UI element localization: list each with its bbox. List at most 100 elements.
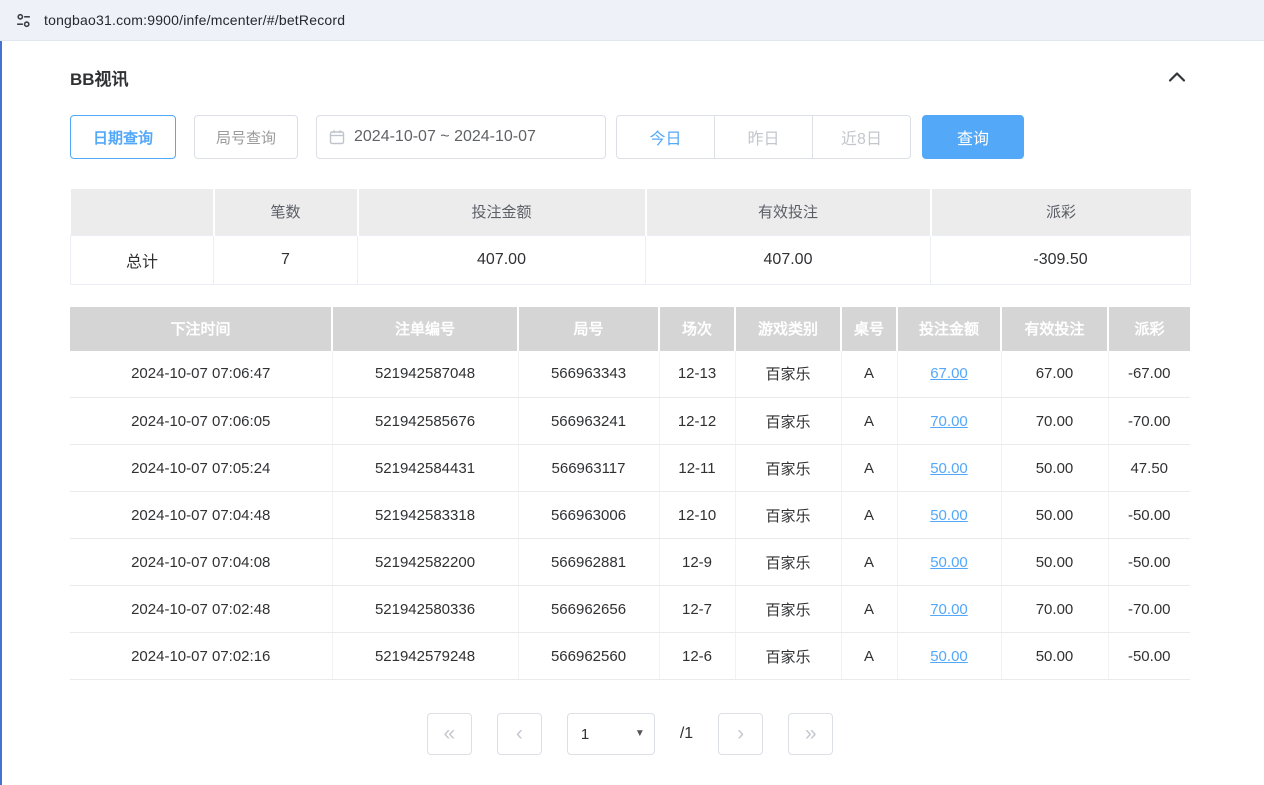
collapse-chevron-up-icon[interactable] bbox=[1164, 67, 1190, 87]
panel-header: BB视讯 bbox=[70, 55, 1190, 99]
cell-game-type: 百家乐 bbox=[735, 492, 841, 539]
column-header: 游戏类别 bbox=[735, 307, 841, 351]
bet-record-panel: BB视讯 日期查询 局号查询 2024-10-07 ~ 2024-10-07 今… bbox=[0, 41, 1264, 755]
cell-round-id: 566962656 bbox=[518, 586, 659, 633]
summary-valid-bet: 407.00 bbox=[646, 235, 931, 284]
cell-round-id: 566963117 bbox=[518, 445, 659, 492]
cell-session: 12-6 bbox=[659, 633, 735, 680]
table-row: 2024-10-07 07:06:05 521942585676 5669632… bbox=[70, 398, 1190, 445]
cell-bet-amount: 50.00 bbox=[897, 539, 1001, 586]
table-row: 2024-10-07 07:04:08 521942582200 5669628… bbox=[70, 539, 1190, 586]
cell-order-id: 521942584431 bbox=[332, 445, 518, 492]
bet-amount-link[interactable]: 70.00 bbox=[930, 413, 968, 430]
page-select[interactable]: 1 bbox=[567, 713, 655, 755]
cell-valid-bet: 50.00 bbox=[1001, 492, 1108, 539]
last-8-days-button[interactable]: 近8日 bbox=[812, 115, 911, 159]
cell-bet-time: 2024-10-07 07:06:05 bbox=[70, 398, 332, 445]
table-row: 2024-10-07 07:05:24 521942584431 5669631… bbox=[70, 445, 1190, 492]
total-pages-label: /1 bbox=[680, 725, 693, 743]
cell-bet-amount: 50.00 bbox=[897, 445, 1001, 492]
address-bar-url[interactable]: tongbao31.com:9900/infe/mcenter/#/betRec… bbox=[44, 12, 345, 28]
address-bar: tongbao31.com:9900/infe/mcenter/#/betRec… bbox=[0, 0, 1264, 41]
table-row: 2024-10-07 07:02:16 521942579248 5669625… bbox=[70, 633, 1190, 680]
column-header: 桌号 bbox=[841, 307, 897, 351]
cell-session: 12-13 bbox=[659, 351, 735, 398]
cell-payout: -67.00 bbox=[1108, 351, 1190, 398]
bet-amount-link[interactable]: 50.00 bbox=[930, 554, 968, 571]
quick-range-group: 今日 昨日 近8日 bbox=[616, 115, 911, 159]
page-select-wrap: 1 ▼ bbox=[567, 713, 655, 755]
round-query-button[interactable]: 局号查询 bbox=[194, 115, 298, 159]
summary-row: 总计 7 407.00 407.00 -309.50 bbox=[71, 235, 1191, 284]
search-button[interactable]: 查询 bbox=[922, 115, 1024, 159]
prev-page-button[interactable]: ‹ bbox=[497, 713, 542, 755]
column-header: 派彩 bbox=[1108, 307, 1190, 351]
bet-amount-link[interactable]: 50.00 bbox=[930, 507, 968, 524]
summary-header-bet-amount: 投注金额 bbox=[358, 189, 646, 235]
cell-round-id: 566962881 bbox=[518, 539, 659, 586]
cell-valid-bet: 50.00 bbox=[1001, 633, 1108, 680]
cell-valid-bet: 67.00 bbox=[1001, 351, 1108, 398]
cell-round-id: 566963343 bbox=[518, 351, 659, 398]
cell-table-no: A bbox=[841, 633, 897, 680]
cell-valid-bet: 50.00 bbox=[1001, 539, 1108, 586]
yesterday-button[interactable]: 昨日 bbox=[714, 115, 813, 159]
cell-payout: 47.50 bbox=[1108, 445, 1190, 492]
cell-order-id: 521942582200 bbox=[332, 539, 518, 586]
cell-table-no: A bbox=[841, 445, 897, 492]
cell-bet-amount: 50.00 bbox=[897, 492, 1001, 539]
first-page-button[interactable]: « bbox=[427, 713, 472, 755]
cell-bet-time: 2024-10-07 07:04:48 bbox=[70, 492, 332, 539]
bet-amount-link[interactable]: 67.00 bbox=[930, 365, 968, 382]
cell-round-id: 566962560 bbox=[518, 633, 659, 680]
cell-table-no: A bbox=[841, 539, 897, 586]
date-range-input[interactable]: 2024-10-07 ~ 2024-10-07 bbox=[316, 115, 606, 159]
cell-table-no: A bbox=[841, 586, 897, 633]
calendar-icon bbox=[329, 129, 345, 145]
cell-session: 12-9 bbox=[659, 539, 735, 586]
bet-amount-link[interactable]: 50.00 bbox=[930, 460, 968, 477]
cell-session: 12-11 bbox=[659, 445, 735, 492]
bet-amount-link[interactable]: 70.00 bbox=[930, 601, 968, 618]
cell-game-type: 百家乐 bbox=[735, 539, 841, 586]
cell-valid-bet: 70.00 bbox=[1001, 586, 1108, 633]
cell-payout: -50.00 bbox=[1108, 633, 1190, 680]
cell-game-type: 百家乐 bbox=[735, 351, 841, 398]
column-header: 场次 bbox=[659, 307, 735, 351]
cell-bet-amount: 67.00 bbox=[897, 351, 1001, 398]
summary-count: 7 bbox=[214, 235, 358, 284]
cell-session: 12-10 bbox=[659, 492, 735, 539]
cell-valid-bet: 70.00 bbox=[1001, 398, 1108, 445]
cell-bet-time: 2024-10-07 07:02:16 bbox=[70, 633, 332, 680]
summary-header-count: 笔数 bbox=[214, 189, 358, 235]
cell-bet-amount: 70.00 bbox=[897, 586, 1001, 633]
cell-payout: -70.00 bbox=[1108, 586, 1190, 633]
column-header: 下注时间 bbox=[70, 307, 332, 351]
last-page-button[interactable]: » bbox=[788, 713, 833, 755]
filter-bar: 日期查询 局号查询 2024-10-07 ~ 2024-10-07 今日 昨日 … bbox=[70, 115, 1190, 159]
cell-table-no: A bbox=[841, 398, 897, 445]
summary-header-blank bbox=[71, 189, 214, 235]
summary-header-valid-bet: 有效投注 bbox=[646, 189, 931, 235]
site-settings-icon[interactable] bbox=[14, 11, 32, 29]
cell-bet-time: 2024-10-07 07:02:48 bbox=[70, 586, 332, 633]
cell-game-type: 百家乐 bbox=[735, 586, 841, 633]
cell-order-id: 521942579248 bbox=[332, 633, 518, 680]
column-header: 投注金额 bbox=[897, 307, 1001, 351]
cell-order-id: 521942583318 bbox=[332, 492, 518, 539]
cell-game-type: 百家乐 bbox=[735, 398, 841, 445]
cell-bet-amount: 70.00 bbox=[897, 398, 1001, 445]
summary-table: 笔数 投注金额 有效投注 派彩 总计 7 407.00 407.00 -309.… bbox=[70, 189, 1191, 285]
summary-header-payout: 派彩 bbox=[931, 189, 1191, 235]
cell-round-id: 566963241 bbox=[518, 398, 659, 445]
cell-bet-time: 2024-10-07 07:04:08 bbox=[70, 539, 332, 586]
table-row: 2024-10-07 07:06:47 521942587048 5669633… bbox=[70, 351, 1190, 398]
date-query-button[interactable]: 日期查询 bbox=[70, 115, 176, 159]
summary-payout: -309.50 bbox=[931, 235, 1191, 284]
next-page-button[interactable]: › bbox=[718, 713, 763, 755]
cell-session: 12-7 bbox=[659, 586, 735, 633]
bet-amount-link[interactable]: 50.00 bbox=[930, 648, 968, 665]
page-title: BB视讯 bbox=[70, 65, 129, 90]
cell-table-no: A bbox=[841, 351, 897, 398]
today-button[interactable]: 今日 bbox=[616, 115, 715, 159]
